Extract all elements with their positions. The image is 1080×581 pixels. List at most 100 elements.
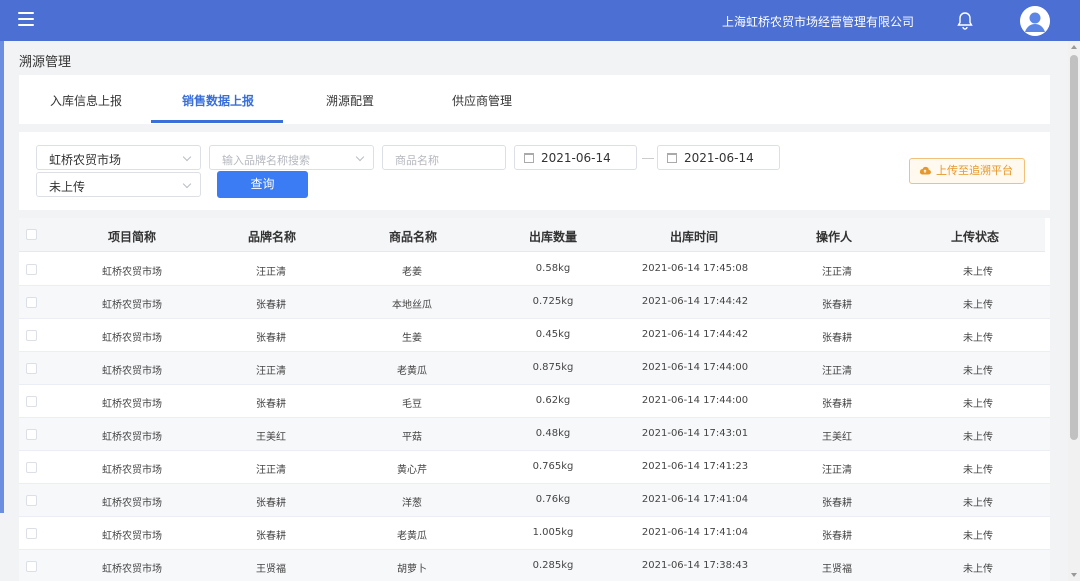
cell-quantity: 0.48kg [535,428,571,439]
cell-project: 虹桥农贸市场 [102,465,162,476]
sales-data-table: 项目简称 品牌名称 商品名称 出库数量 出库时间 操作人 上传状态 虹桥农贸市场… [19,218,1050,581]
start-date-picker[interactable]: 2021-06-14 [514,145,637,170]
cell-operator: 王美红 [822,432,852,443]
table-row[interactable]: 虹桥农贸市场 王美红 平菇 0.48kg 2021-06-14 17:43:01 王美红 未… [19,418,1050,451]
cell-product: 本地丝瓜 [392,300,432,311]
cell-time: 2021-06-14 17:41:04 [641,527,749,538]
column-header-quantity: 出库数量 [529,230,578,244]
column-header-brand: 品牌名称 [248,230,297,244]
column-header-product: 商品名称 [389,230,438,244]
cell-time: 2021-06-14 17:44:42 [641,329,749,340]
cell-project: 虹桥农贸市场 [102,498,162,509]
row-checkbox[interactable] [26,561,37,572]
cell-product: 老黄瓜 [397,531,427,542]
column-header-operator: 操作人 [816,230,853,244]
cell-project: 虹桥农贸市场 [102,300,162,311]
row-checkbox[interactable] [26,396,37,407]
cell-brand: 张春耕 [256,531,286,542]
cell-quantity: 0.725kg [532,296,574,307]
cell-status: 未上传 [963,366,993,377]
row-checkbox[interactable] [26,462,37,473]
cell-product: 毛豆 [402,399,422,410]
row-checkbox[interactable] [26,330,37,341]
row-checkbox[interactable] [26,297,37,308]
date-range-separator [642,158,654,159]
cell-brand: 张春耕 [256,333,286,344]
upload-status-select[interactable]: 未上传 [36,172,201,197]
tab-inbound-report[interactable]: 入库信息上报 [50,92,122,109]
upload-button-label: 上传至追溯平台 [936,164,1013,177]
cell-status: 未上传 [963,465,993,476]
upload-to-trace-platform-button[interactable]: 上传至追溯平台 [909,158,1025,184]
company-name: 上海虹桥农贸市场经营管理有限公司 [722,15,915,29]
row-checkbox[interactable] [26,264,37,275]
cell-quantity: 0.76kg [535,494,571,505]
table-row[interactable]: 虹桥农贸市场 汪正清 老黄瓜 0.875kg 2021-06-14 17:44:00 汪正… [19,352,1050,385]
cell-quantity: 0.765kg [532,461,574,472]
filter-panel [19,132,1050,210]
table-row[interactable]: 虹桥农贸市场 张春耕 本地丝瓜 0.725kg 2021-06-14 17:44:42 张… [19,286,1050,319]
row-checkbox[interactable] [26,363,37,374]
cell-operator: 张春耕 [822,399,852,410]
cell-product: 生姜 [402,333,422,344]
cell-time: 2021-06-14 17:44:00 [641,395,749,406]
user-avatar-icon[interactable] [1020,6,1050,36]
cell-project: 虹桥农贸市场 [102,267,162,278]
table-row[interactable]: 虹桥农贸市场 张春耕 老黄瓜 1.005kg 2021-06-14 17:41:04 张春… [19,517,1050,550]
row-checkbox[interactable] [26,429,37,440]
table-row[interactable]: 虹桥农贸市场 王贤福 胡萝卜 0.285kg 2021-06-14 17:38:43 王贤… [19,550,1050,581]
column-header-time: 出库时间 [670,230,719,244]
cell-product: 老姜 [402,267,422,278]
cell-status: 未上传 [963,399,993,410]
table-row[interactable]: 虹桥农贸市场 张春耕 洋葱 0.76kg 2021-06-14 17:41:04 张春耕 未… [19,484,1050,517]
row-checkbox[interactable] [26,528,37,539]
scroll-up-arrow-icon[interactable] [1071,45,1077,49]
active-tab-indicator [151,120,283,123]
cell-project: 虹桥农贸市场 [102,564,162,575]
cell-time: 2021-06-14 17:38:43 [641,560,749,571]
left-accent-strip [0,41,4,513]
page-scrollbar[interactable] [1068,41,1080,581]
cell-product: 平菇 [402,432,422,443]
cell-operator: 汪正清 [822,366,852,377]
cell-operator: 张春耕 [822,333,852,344]
cell-time: 2021-06-14 17:44:42 [641,296,749,307]
cell-time: 2021-06-14 17:43:01 [641,428,749,439]
scrollbar-thumb[interactable] [1070,55,1078,440]
cell-brand: 汪正清 [256,465,286,476]
cell-operator: 王贤福 [822,564,852,575]
cell-operator: 张春耕 [822,498,852,509]
table-row[interactable]: 虹桥农贸市场 张春耕 毛豆 0.62kg 2021-06-14 17:44:00 张春耕 未… [19,385,1050,418]
market-select[interactable]: 虹桥农贸市场 [36,145,201,170]
end-date-value: 2021-06-14 [684,151,754,165]
tab-sales-report[interactable]: 销售数据上报 [182,92,254,109]
market-select-value: 虹桥农贸市场 [49,153,122,167]
cell-status: 未上传 [963,564,993,575]
cell-brand: 张春耕 [256,300,286,311]
select-all-checkbox[interactable] [26,229,37,240]
row-checkbox[interactable] [26,495,37,506]
table-row[interactable]: 虹桥农贸市场 汪正清 老姜 0.58kg 2021-06-14 17:45:08 汪正清 未… [19,253,1050,286]
calendar-icon [667,153,677,163]
cell-project: 虹桥农贸市场 [102,531,162,542]
table-row[interactable]: 虹桥农贸市场 汪正清 黄心芹 0.765kg 2021-06-14 17:41:23 汪正… [19,451,1050,484]
query-button[interactable]: 查询 [217,171,308,198]
cell-operator: 张春耕 [822,300,852,311]
tab-trace-config[interactable]: 溯源配置 [326,92,374,109]
tab-supplier-management[interactable]: 供应商管理 [452,92,512,109]
hamburger-menu-icon[interactable] [18,12,34,26]
end-date-picker[interactable]: 2021-06-14 [657,145,780,170]
cell-quantity: 0.45kg [535,329,571,340]
cell-status: 未上传 [963,333,993,344]
product-name-input[interactable]: 商品名称 [382,145,506,170]
cell-quantity: 0.285kg [532,560,574,571]
chevron-down-icon [355,152,365,162]
column-header-project: 项目简称 [108,230,157,244]
cell-project: 虹桥农贸市场 [102,399,162,410]
cell-time: 2021-06-14 17:41:04 [641,494,749,505]
brand-search-input[interactable]: 输入品牌名称搜索 [209,145,374,170]
cell-status: 未上传 [963,300,993,311]
bell-icon[interactable] [955,11,975,31]
scroll-down-arrow-icon[interactable] [1071,573,1077,577]
table-row[interactable]: 虹桥农贸市场 张春耕 生姜 0.45kg 2021-06-14 17:44:42 张春耕 未… [19,319,1050,352]
